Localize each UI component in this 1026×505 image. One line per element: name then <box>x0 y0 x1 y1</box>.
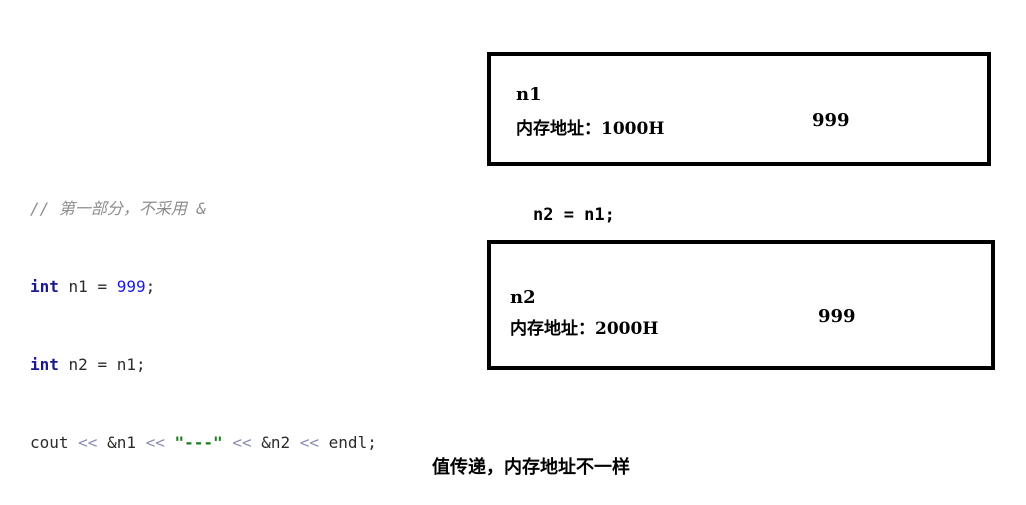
variable-value: 999 <box>818 306 856 327</box>
assignment-statement: n2 = n1; <box>533 205 615 225</box>
code-text: &n1 <box>97 433 146 452</box>
code-comment: // 第一部分，不采用 & <box>30 199 207 218</box>
code-line-3: cout << &n1 << "---" << &n2 << endl; <box>30 430 377 456</box>
code-comment-line: // 第一部分，不采用 & <box>30 196 377 222</box>
code-text: &n2 <box>251 433 300 452</box>
code-text: endl; <box>319 433 377 452</box>
stream-operator: << <box>232 433 252 452</box>
code-snippet: // 第一部分，不采用 & int n1 = 999; int n2 = n1;… <box>30 144 377 482</box>
stream-operator: << <box>145 433 165 452</box>
stream-operator: << <box>78 433 98 452</box>
keyword-int: int <box>30 277 59 296</box>
stream-operator: << <box>299 433 320 452</box>
variable-name: n2 <box>510 287 536 308</box>
variable-value: 999 <box>812 110 850 131</box>
keyword-int: int <box>30 355 59 374</box>
code-line-1: int n1 = 999; <box>30 274 377 300</box>
code-text: n2 = n1; <box>58 355 146 374</box>
string-literal: "---" <box>174 433 223 452</box>
memory-address: 内存地址：2000H <box>510 319 659 339</box>
memory-box-n2: n2 内存地址：2000H 999 <box>487 240 995 370</box>
semicolon: ; <box>145 277 156 296</box>
code-line-2: int n2 = n1; <box>30 352 377 378</box>
diagram-caption: 值传递，内存地址不一样 <box>432 457 630 478</box>
number-literal: 999 <box>116 277 146 296</box>
variable-name: n1 <box>516 84 542 105</box>
code-text: n1 = <box>58 277 117 296</box>
memory-address: 内存地址：1000H <box>516 119 665 139</box>
memory-box-n1: n1 内存地址：1000H 999 <box>487 52 991 166</box>
code-text: cout <box>30 433 79 452</box>
